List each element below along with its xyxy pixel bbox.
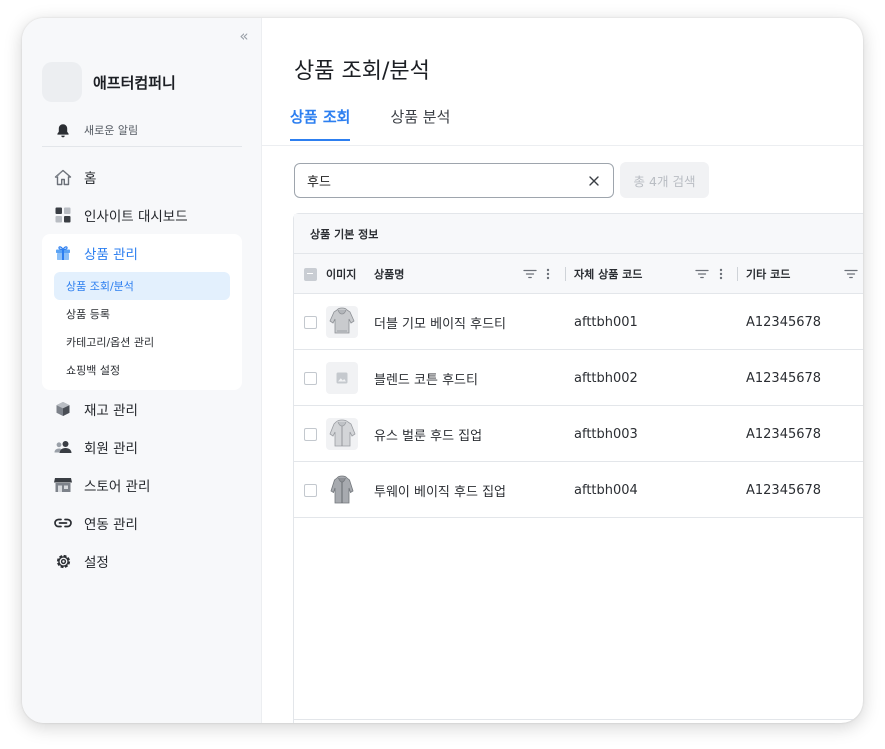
sidebar-item-product-management[interactable]: 상품 관리: [42, 234, 242, 272]
search-input[interactable]: [307, 173, 577, 188]
submenu-product-register[interactable]: 상품 등록: [54, 300, 230, 328]
column-separator[interactable]: [565, 267, 566, 281]
company-name: 애프터컴퍼니: [93, 73, 176, 92]
tab-divider: [262, 145, 863, 146]
column-header-own-product-code[interactable]: 자체 상품 코드: [574, 254, 642, 294]
product-code: afttbh001: [574, 314, 638, 330]
tab-bar: 상품 조회 상품 분석: [290, 106, 490, 141]
sidebar-item-label: 설정: [84, 555, 109, 571]
sidebar-item-label: 회원 관리: [84, 441, 138, 457]
other-code: A12345678: [746, 426, 822, 442]
link-icon: [54, 514, 72, 532]
product-code: afttbh003: [574, 426, 638, 442]
row-checkbox[interactable]: [304, 350, 317, 406]
page-title: 상품 조회/분석: [294, 59, 430, 84]
row-checkbox[interactable]: [304, 294, 317, 350]
tab-product-search[interactable]: 상품 조회: [290, 106, 351, 141]
filter-icon[interactable]: [844, 254, 858, 294]
box-icon: [54, 400, 72, 418]
search-field: [294, 163, 614, 198]
table-group-header: 상품 기본 정보: [294, 214, 863, 254]
submenu-category-option[interactable]: 카테고리/옵션 관리: [54, 328, 230, 356]
sidebar-item-member-management[interactable]: 회원 관리: [42, 428, 242, 466]
other-code: A12345678: [746, 482, 822, 498]
table-row[interactable]: 더블 기모 베이직 후드티 afttbh001 A12345678: [294, 294, 863, 350]
table-row[interactable]: 투웨이 베이직 후드 집업 afttbh004 A12345678: [294, 462, 863, 518]
app-window: « 애프터컴퍼니 새로운 알림 홈 인사이트 대시보드 상품 관리 상품 조회/…: [22, 18, 863, 723]
column-header-image: 이미지: [326, 268, 357, 281]
other-code: A12345678: [746, 314, 822, 330]
sidebar-item-label: 인사이트 대시보드: [84, 209, 188, 225]
tab-product-analysis[interactable]: 상품 분석: [390, 106, 450, 141]
product-code: afttbh004: [574, 482, 638, 498]
sidebar-item-label: 상품 관리: [84, 247, 138, 263]
column-header-product-name[interactable]: 상품명: [374, 254, 404, 294]
row-checkbox[interactable]: [304, 406, 317, 462]
sidebar: « 애프터컴퍼니 새로운 알림 홈 인사이트 대시보드 상품 관리 상품 조회/…: [22, 18, 262, 723]
select-all-checkbox[interactable]: [304, 254, 317, 294]
zip-hoodie-thumbnail: [326, 474, 358, 506]
product-code: afttbh002: [574, 370, 638, 386]
product-name: 블렌드 코튼 후드티: [374, 372, 478, 388]
product-name: 유스 벌룬 후드 집업: [374, 428, 483, 444]
search-button[interactable]: 총 4개 검색: [620, 162, 709, 198]
home-icon: [54, 168, 72, 186]
sidebar-item-store-management[interactable]: 스토어 관리: [42, 466, 242, 504]
product-table: 상품 기본 정보 이미지 상품명 자체 상품 코드 기타 코드 더블 기모 베이…: [293, 213, 863, 723]
sidebar-item-label: 재고 관리: [84, 403, 138, 419]
image-placeholder-icon: [326, 362, 358, 394]
sidebar-item-settings[interactable]: 설정: [42, 542, 242, 580]
product-name: 투웨이 베이직 후드 집업: [374, 484, 506, 500]
sidebar-nav: 홈 인사이트 대시보드 상품 관리 상품 조회/분석 상품 등록 카테고리/옵션…: [42, 158, 242, 580]
row-checkbox[interactable]: [304, 462, 317, 518]
sidebar-item-inventory-management[interactable]: 재고 관리: [42, 390, 242, 428]
other-code: A12345678: [746, 370, 822, 386]
table-bottom-border: [294, 719, 863, 720]
filter-icon[interactable]: [523, 254, 537, 294]
product-name: 더블 기모 베이직 후드티: [374, 316, 506, 332]
sidebar-item-label: 스토어 관리: [84, 479, 151, 495]
filter-icon[interactable]: [695, 254, 709, 294]
hoodie-thumbnail: [326, 306, 358, 338]
company-header: 애프터컴퍼니: [42, 62, 176, 102]
submenu-product-search-analysis[interactable]: 상품 조회/분석: [54, 272, 230, 300]
gift-icon: [54, 244, 72, 262]
sidebar-item-home[interactable]: 홈: [42, 158, 242, 196]
company-logo: [42, 62, 82, 102]
more-options-icon[interactable]: [719, 254, 723, 294]
zip-hoodie-thumbnail: [326, 418, 358, 450]
dashboard-icon: [54, 206, 72, 224]
clear-search-icon[interactable]: [585, 172, 603, 190]
sidebar-item-insight-dashboard[interactable]: 인사이트 대시보드: [42, 196, 242, 234]
column-header-other-code[interactable]: 기타 코드: [746, 254, 790, 294]
sidebar-item-label: 홈: [84, 171, 97, 187]
store-icon: [54, 476, 72, 494]
users-icon: [54, 438, 72, 456]
table-row[interactable]: 유스 벌룬 후드 집업 afttbh003 A12345678: [294, 406, 863, 462]
sidebar-divider: [42, 146, 242, 147]
sidebar-item-label: 연동 관리: [84, 517, 138, 533]
product-management-group: 상품 관리 상품 조회/분석 상품 등록 카테고리/옵션 관리 쇼핑백 설정: [42, 234, 242, 390]
gear-icon: [54, 552, 72, 570]
column-separator[interactable]: [737, 267, 738, 281]
main-content: 상품 조회/분석 상품 조회 상품 분석 총 4개 검색 상품 기본 정보 이미…: [262, 18, 863, 723]
bell-icon: [57, 123, 69, 137]
table-row[interactable]: 블렌드 코튼 후드티 afttbh002 A12345678: [294, 350, 863, 406]
submenu-shopping-bag-settings[interactable]: 쇼핑백 설정: [54, 356, 230, 384]
notification-item[interactable]: 새로운 알림: [56, 122, 138, 138]
more-options-icon[interactable]: [546, 254, 550, 294]
table-header-row: 이미지 상품명 자체 상품 코드 기타 코드: [294, 254, 863, 294]
collapse-sidebar-icon[interactable]: «: [235, 27, 253, 45]
notification-label: 새로운 알림: [84, 124, 139, 137]
sidebar-item-integration-management[interactable]: 연동 관리: [42, 504, 242, 542]
